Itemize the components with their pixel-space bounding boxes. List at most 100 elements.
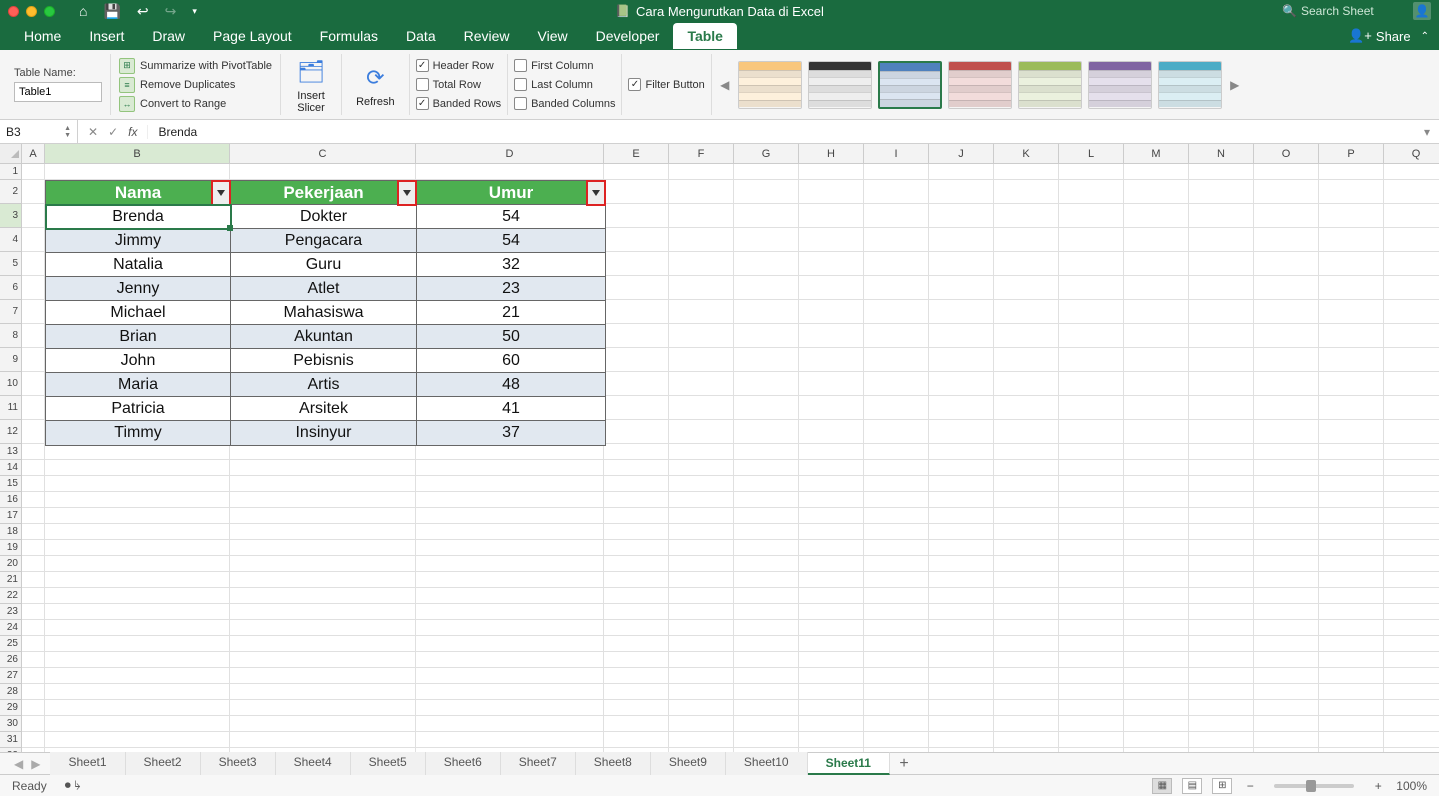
cell[interactable] [799,324,864,348]
cell[interactable] [1384,524,1439,540]
cell[interactable] [994,572,1059,588]
select-all-corner[interactable] [0,144,22,164]
cell[interactable] [929,684,994,700]
column-header[interactable]: B [45,144,230,164]
cell[interactable] [669,420,734,444]
cell[interactable] [1059,620,1124,636]
cell[interactable] [1189,444,1254,460]
cell[interactable] [734,252,799,276]
cell[interactable] [230,652,416,668]
cell[interactable] [230,460,416,476]
cell[interactable] [22,228,45,252]
cell[interactable] [1124,460,1189,476]
cell[interactable] [1254,460,1319,476]
row-header[interactable]: 8 [0,324,22,348]
cell[interactable] [799,716,864,732]
cell[interactable] [669,716,734,732]
cell[interactable] [799,508,864,524]
cell[interactable] [734,620,799,636]
cell[interactable] [1189,476,1254,492]
cell[interactable] [864,636,929,652]
convert-range-button[interactable]: ↔Convert to Range [119,96,272,112]
cell[interactable] [22,604,45,620]
cell[interactable] [929,444,994,460]
cell[interactable] [604,620,669,636]
qat-more-icon[interactable]: ▾ [192,7,197,16]
ribbon-tab-formulas[interactable]: Formulas [306,23,392,49]
table-cell[interactable]: Jenny [46,277,231,301]
row-header[interactable]: 1 [0,164,22,180]
row-header[interactable]: 26 [0,652,22,668]
cell[interactable] [22,372,45,396]
ribbon-tab-table[interactable]: Table [673,23,737,49]
cell[interactable] [604,492,669,508]
cell[interactable] [1059,636,1124,652]
row-header[interactable]: 10 [0,372,22,396]
cell[interactable] [994,476,1059,492]
last-column-checkbox[interactable]: Last Column [514,78,615,91]
sheet-tab[interactable]: Sheet11 [808,752,890,775]
cell[interactable] [1124,588,1189,604]
cell[interactable] [1319,276,1384,300]
cell[interactable] [1059,492,1124,508]
cell[interactable] [1059,180,1124,204]
cell[interactable] [1254,588,1319,604]
cell[interactable] [1384,324,1439,348]
cell[interactable] [1384,604,1439,620]
cell[interactable] [604,348,669,372]
table-style-swatch[interactable] [1158,61,1222,109]
cell[interactable] [669,228,734,252]
cell[interactable] [1189,508,1254,524]
row-header[interactable]: 19 [0,540,22,556]
cell[interactable] [929,420,994,444]
refresh-button[interactable]: ⟳ Refresh [350,60,401,110]
cell[interactable] [1124,180,1189,204]
cell[interactable] [1124,300,1189,324]
table-header[interactable]: Umur [417,181,605,205]
cell[interactable] [994,444,1059,460]
cell[interactable] [1059,300,1124,324]
cell[interactable] [45,164,230,180]
cell[interactable] [799,556,864,572]
cell[interactable] [864,164,929,180]
table-cell[interactable]: Dokter [231,205,417,229]
tablename-input[interactable] [14,82,102,102]
cell[interactable] [1319,524,1384,540]
cell[interactable] [864,556,929,572]
column-header[interactable]: E [604,144,669,164]
cell[interactable] [994,228,1059,252]
cell[interactable] [1189,372,1254,396]
cell[interactable] [799,732,864,748]
cell[interactable] [734,540,799,556]
cell[interactable] [734,716,799,732]
cell[interactable] [22,732,45,748]
row-header[interactable]: 31 [0,732,22,748]
cell[interactable] [929,508,994,524]
cell[interactable] [604,204,669,228]
cell[interactable] [1124,604,1189,620]
cell[interactable] [1319,652,1384,668]
cell[interactable] [734,228,799,252]
cell[interactable] [604,748,669,752]
cell[interactable] [864,204,929,228]
cell[interactable] [1254,748,1319,752]
cell[interactable] [1384,348,1439,372]
cell[interactable] [1254,476,1319,492]
cell[interactable] [799,164,864,180]
cell[interactable] [669,684,734,700]
cell[interactable] [1254,700,1319,716]
cell[interactable] [669,204,734,228]
cell[interactable] [1319,396,1384,420]
sheet-tab[interactable]: Sheet5 [351,752,426,775]
cell[interactable] [994,252,1059,276]
cell[interactable] [604,420,669,444]
filter-dropdown-button[interactable] [586,180,606,206]
ribbon-tab-view[interactable]: View [524,23,582,49]
cell[interactable] [1384,540,1439,556]
cell[interactable] [669,604,734,620]
cell[interactable] [994,324,1059,348]
cell[interactable] [799,204,864,228]
cell[interactable] [669,492,734,508]
cell[interactable] [669,748,734,752]
cell[interactable] [1384,684,1439,700]
